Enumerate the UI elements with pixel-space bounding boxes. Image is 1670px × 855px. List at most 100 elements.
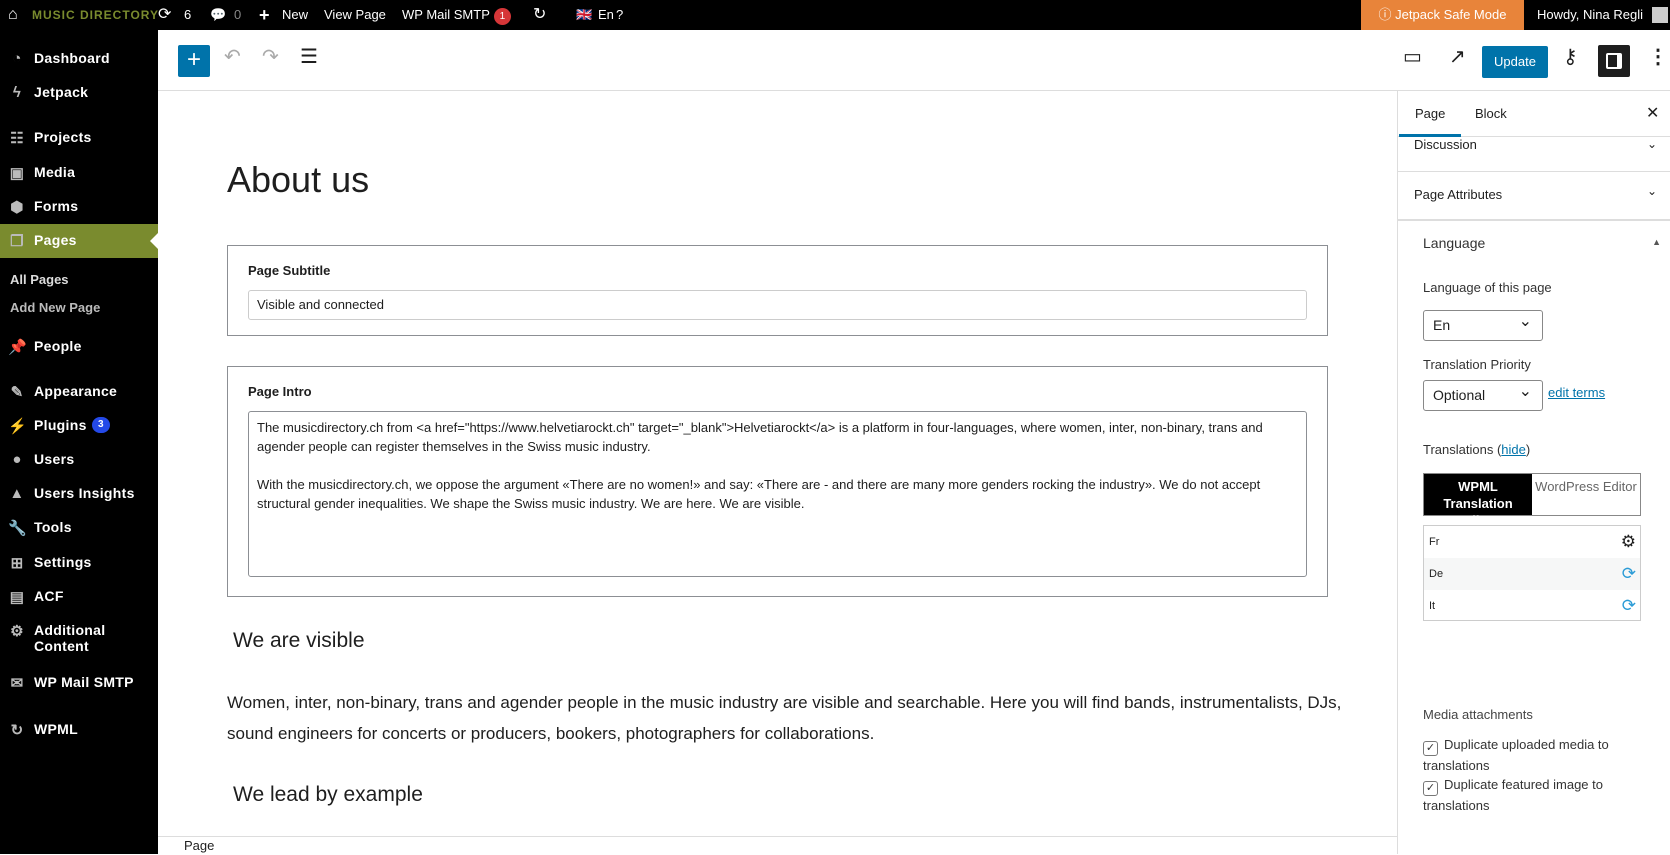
site-name[interactable]: MUSIC DIRECTORY — [32, 0, 159, 30]
close-icon[interactable]: ✕ — [1646, 91, 1659, 137]
submenu-all-pages[interactable]: All Pages — [10, 272, 69, 287]
tab-page[interactable]: Page — [1398, 91, 1462, 137]
editor-toggle: WPML Translation Editor WordPress Editor — [1423, 473, 1641, 528]
pin-icon: 📌 — [8, 339, 27, 356]
page-attributes-panel[interactable]: Page Attributes ⌄ — [1398, 172, 1670, 221]
help-icon[interactable]: ? — [616, 0, 623, 30]
translations-text: Translations ( — [1423, 442, 1502, 457]
sidebar-item-label: Users Insights — [34, 485, 135, 501]
brush-icon: ✎ — [10, 384, 24, 401]
collapse-triangle-icon[interactable]: ▲ — [1652, 237, 1661, 247]
duplicate-featured-label: Duplicate featured image to translations — [1423, 777, 1603, 813]
chevron-down-icon: ⌄ — [1646, 137, 1657, 151]
page-title[interactable]: About us — [227, 159, 369, 201]
translation-row-de: De ⟳ — [1424, 558, 1640, 590]
jetpack-label: Jetpack Safe Mode — [1395, 7, 1507, 22]
dashboard-icon: ◔ — [12, 50, 22, 67]
language-section-title[interactable]: Language — [1423, 235, 1485, 251]
comments-icon[interactable]: 💬 — [210, 0, 226, 30]
page-attributes-label: Page Attributes — [1414, 187, 1503, 202]
edit-terms-link[interactable]: edit terms — [1548, 385, 1605, 400]
hide-link[interactable]: hide — [1501, 442, 1526, 457]
admin-bar: ⌂ MUSIC DIRECTORY ⟳ 6 💬 0 + New View Pag… — [0, 0, 1670, 30]
language-select[interactable]: En — [1423, 307, 1543, 341]
paragraph[interactable]: Women, inter, non-binary, trans and agen… — [227, 687, 1347, 749]
sidebar-item-label: Dashboard — [34, 50, 110, 66]
language-switcher[interactable]: En — [598, 0, 614, 30]
priority-label: Translation Priority — [1423, 357, 1531, 372]
wpml-editor-option[interactable]: WPML Translation Editor — [1424, 474, 1532, 528]
wpml-icon: ↻ — [10, 722, 24, 739]
forms-icon: ⬢ — [10, 199, 24, 216]
intro-label: Page Intro — [248, 384, 312, 399]
wordpress-editor-option[interactable]: WordPress Editor — [1532, 474, 1640, 515]
redo-icon[interactable]: ↷ — [262, 44, 279, 69]
key-icon[interactable]: ⚷ — [1563, 44, 1578, 69]
list-view-icon[interactable]: ☰ — [300, 44, 318, 69]
sidebar-item-label: Additional Content — [34, 622, 106, 654]
more-options-icon[interactable]: ⋮ — [1648, 44, 1668, 69]
jetpack-safe-mode[interactable]: ⓘ Jetpack Safe Mode — [1361, 0, 1524, 30]
insights-icon: ▲ — [9, 485, 25, 502]
subtitle-label: Page Subtitle — [248, 263, 331, 278]
translations-table: Fr ⚙ De ⟳ It ⟳ — [1423, 525, 1641, 621]
plus-icon: + — [259, 5, 270, 25]
updates-count[interactable]: 6 — [184, 0, 191, 30]
heading-we-lead[interactable]: We lead by example — [233, 783, 423, 807]
updates-icon[interactable]: ⟳ — [158, 0, 171, 30]
heading-we-are-visible[interactable]: We are visible — [233, 629, 365, 653]
plugins-update-badge: 3 — [92, 417, 110, 433]
new-link[interactable]: New — [282, 0, 308, 30]
duplicate-media-checkbox[interactable]: ✓ Duplicate uploaded media to translation… — [1423, 735, 1653, 775]
sidebar-item-label: Forms — [34, 198, 79, 214]
external-link-icon[interactable]: ↗ — [1449, 44, 1466, 69]
admin-sidebar: ◔ Dashboard ϟ Jetpack ☷ Projects ▣ Media ⬢ Forms ❐… — [0, 30, 158, 854]
wp-mail-smtp-label: WP Mail SMTP — [402, 7, 490, 22]
intro-textarea[interactable]: The musicdirectory.ch from <a href="http… — [248, 411, 1307, 577]
update-button[interactable]: Update — [1482, 46, 1548, 78]
translation-language: It — [1429, 600, 1436, 612]
wpml-icon[interactable]: ↻ — [533, 0, 546, 30]
translations-label: Translations (hide) — [1423, 442, 1530, 457]
add-block-button[interactable]: + — [178, 45, 210, 77]
gear-icon[interactable]: ⚙ — [1621, 526, 1636, 558]
discussion-panel[interactable]: Discussion ⌄ — [1398, 137, 1670, 172]
subtitle-field-group: Page Subtitle Visible and connected — [227, 245, 1328, 336]
view-page-link[interactable]: View Page — [324, 0, 386, 30]
plugin-icon: ⚡ — [8, 418, 27, 435]
language-of-page-label: Language of this page — [1423, 280, 1552, 295]
duplicate-featured-checkbox[interactable]: ✓ Duplicate featured image to translation… — [1423, 775, 1653, 815]
priority-select[interactable]: Optional — [1423, 377, 1543, 411]
avatar[interactable] — [1652, 7, 1668, 23]
settings-icon: ⊞ — [10, 555, 24, 572]
translation-language: De — [1429, 568, 1444, 580]
sidebar-item-pages[interactable]: ❐ Pages — [0, 224, 158, 258]
howdy-user[interactable]: Howdy, Nina Regli — [1537, 0, 1643, 30]
wp-mail-smtp-link[interactable]: WP Mail SMTP 1 — [402, 0, 511, 30]
sidebar-item-label: Plugins — [34, 417, 87, 433]
tab-block[interactable]: Block — [1475, 91, 1507, 137]
chevron-down-icon: ⌄ — [1646, 184, 1657, 198]
refresh-icon[interactable]: ⟳ — [1622, 590, 1636, 622]
pages-icon: ❐ — [10, 233, 24, 250]
breadcrumb[interactable]: Page — [158, 836, 1397, 854]
checkbox-checked-icon[interactable]: ✓ — [1423, 781, 1438, 796]
refresh-icon[interactable]: ⟳ — [1622, 558, 1636, 590]
undo-icon[interactable]: ↶ — [224, 44, 241, 69]
home-icon[interactable]: ⌂ — [8, 0, 18, 30]
sidebar-item-label: ACF — [34, 588, 64, 604]
preview-icon[interactable]: ▭ — [1403, 44, 1422, 69]
submenu-add-new-page[interactable]: Add New Page — [10, 300, 100, 315]
sidebar-item-label: Appearance — [34, 383, 118, 399]
subtitle-input[interactable]: Visible and connected — [248, 290, 1307, 320]
sidebar-item-label: People — [34, 338, 82, 354]
editor-toolbar: + ↶ ↷ ☰ ▭ ↗ Update ⚷ ⋮ — [158, 30, 1670, 91]
checkbox-checked-icon[interactable]: ✓ — [1423, 741, 1438, 756]
sidebar-item-label: Settings — [34, 554, 92, 570]
info-icon: ⓘ — [1378, 7, 1396, 22]
editor-canvas: About us Page Subtitle Visible and conne… — [158, 91, 1397, 836]
comments-count[interactable]: 0 — [234, 0, 241, 30]
settings-sidebar-toggle[interactable] — [1598, 45, 1630, 77]
intro-field-group: Page Intro The musicdirectory.ch from <a… — [227, 366, 1328, 597]
duplicate-media-label: Duplicate uploaded media to translations — [1423, 737, 1609, 773]
